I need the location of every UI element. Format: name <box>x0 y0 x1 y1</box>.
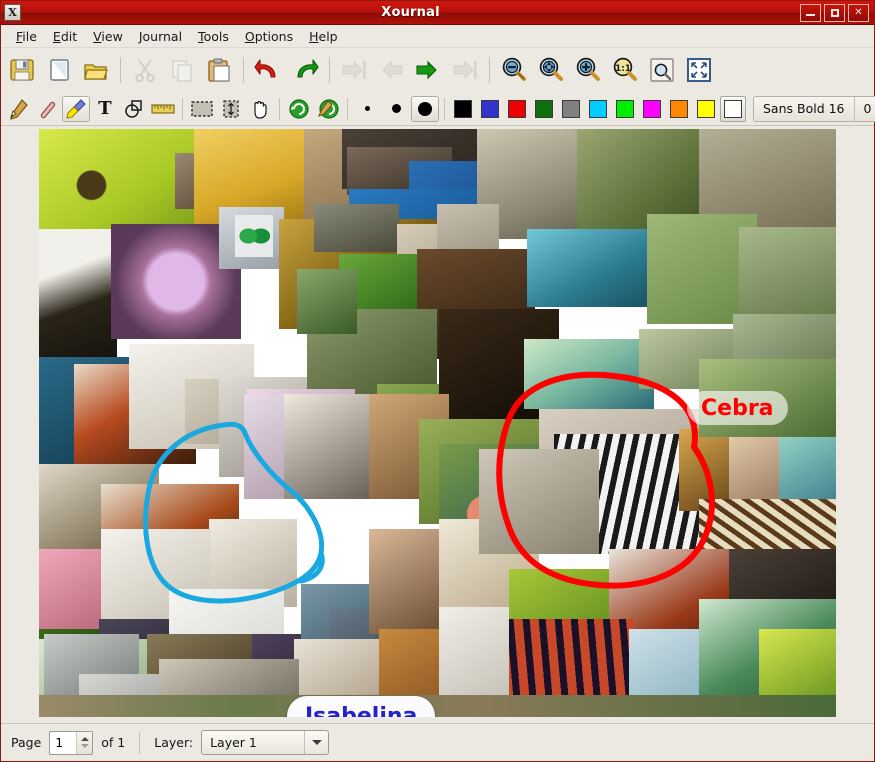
xournal-icon: X <box>4 4 21 21</box>
color-black[interactable] <box>450 96 476 122</box>
font-size-label[interactable]: 0 <box>855 97 875 121</box>
photo-tile <box>524 339 654 409</box>
previous-page-button[interactable] <box>373 52 409 88</box>
color-orange[interactable] <box>666 96 692 122</box>
page-count-label: of 1 <box>101 735 125 750</box>
main-toolbar: 1:1 <box>1 48 874 92</box>
shapes-tool[interactable] <box>120 96 148 122</box>
color-red[interactable] <box>504 96 530 122</box>
fullscreen-button[interactable] <box>681 52 717 88</box>
open-button[interactable] <box>78 52 114 88</box>
photo-tile <box>479 449 599 554</box>
toolbar-separator <box>489 57 490 83</box>
spinner-up-icon[interactable] <box>81 737 89 741</box>
toolbar-separator <box>444 98 445 120</box>
color-gray[interactable] <box>558 96 584 122</box>
page-spinner[interactable] <box>49 731 93 755</box>
window-title: Xournal <box>21 5 800 20</box>
status-bar: Page of 1 Layer: Layer 1 <box>1 723 874 761</box>
photo-tile <box>527 229 655 307</box>
vertical-space-tool[interactable] <box>217 96 245 122</box>
photo-tile <box>235 215 273 257</box>
eraser-tool[interactable] <box>33 96 61 122</box>
close-button[interactable]: ✕ <box>848 4 869 22</box>
annotation-label-isabelina[interactable]: Isabelina <box>287 696 435 717</box>
fit-width-button[interactable] <box>644 52 680 88</box>
page-number-input[interactable] <box>50 732 76 754</box>
annotation-label-cebra[interactable]: Cebra <box>687 391 788 425</box>
page-spinner-arrows[interactable] <box>76 732 92 754</box>
menu-file[interactable]: FFileile <box>9 27 44 46</box>
color-white[interactable] <box>720 96 746 122</box>
next-page-button[interactable] <box>410 52 446 88</box>
highlighter-tool[interactable] <box>62 96 90 122</box>
paste-button[interactable] <box>201 52 237 88</box>
default-pen-button[interactable] <box>285 96 313 122</box>
menu-help[interactable]: Help <box>302 27 345 46</box>
pen-size-fine[interactable] <box>353 96 381 122</box>
toolbar-separator <box>120 57 121 83</box>
first-page-button[interactable] <box>336 52 372 88</box>
photo-tile <box>39 229 117 369</box>
pen-tool[interactable] <box>4 96 32 122</box>
canvas-area[interactable]: Cebra Isabelina <box>1 126 874 723</box>
new-button[interactable] <box>41 52 77 88</box>
maximize-button[interactable] <box>824 4 845 22</box>
minimize-button[interactable] <box>800 4 821 22</box>
journal-page[interactable]: Cebra Isabelina <box>39 129 836 717</box>
layer-label: Layer: <box>154 735 193 750</box>
select-region-tool[interactable] <box>188 96 216 122</box>
color-magenta[interactable] <box>639 96 665 122</box>
layer-combobox-value: Layer 1 <box>210 735 257 750</box>
menu-view[interactable]: View <box>86 27 130 46</box>
photo-tile <box>39 695 836 717</box>
spinner-down-icon[interactable] <box>81 744 89 748</box>
color-cyan[interactable] <box>585 96 611 122</box>
hand-tool[interactable] <box>246 96 274 122</box>
page-label: Page <box>11 735 41 750</box>
copy-button[interactable] <box>164 52 200 88</box>
ruler-tool[interactable] <box>149 96 177 122</box>
color-darkgreen[interactable] <box>531 96 557 122</box>
text-tool[interactable]: T <box>91 96 119 122</box>
color-yellow[interactable] <box>693 96 719 122</box>
pen-size-medium[interactable] <box>382 96 410 122</box>
redo-button[interactable] <box>287 52 323 88</box>
color-green[interactable] <box>612 96 638 122</box>
layer-combobox[interactable]: Layer 1 <box>201 730 329 755</box>
photo-tile <box>297 269 357 334</box>
window-controls: ✕ <box>800 4 871 22</box>
toolbar-separator <box>347 98 348 120</box>
menu-edit[interactable]: Edit <box>46 27 84 46</box>
save-button[interactable] <box>4 52 40 88</box>
menu-options[interactable]: Options <box>238 27 300 46</box>
menu-tools[interactable]: Tools <box>191 27 236 46</box>
zoom-fit-button[interactable] <box>533 52 569 88</box>
toolbar-separator <box>182 98 183 120</box>
zoom-out-button[interactable] <box>496 52 532 88</box>
xournal-window: X Xournal ✕ FFileile Edit View Journal T… <box>0 0 875 762</box>
chevron-down-icon[interactable] <box>304 731 328 754</box>
photo-tile <box>314 204 399 252</box>
title-bar: X Xournal ✕ <box>1 1 874 25</box>
font-name-label[interactable]: Sans Bold 16 <box>754 97 854 121</box>
cut-button[interactable] <box>127 52 163 88</box>
pen-size-thick[interactable] <box>411 96 439 122</box>
default-tool-button[interactable] <box>314 96 342 122</box>
menu-journal[interactable]: Journal <box>132 27 189 46</box>
toolbar-separator <box>279 98 280 120</box>
toolbar-separator <box>329 57 330 83</box>
font-selector[interactable]: Sans Bold 16 0 <box>753 96 875 122</box>
last-page-button[interactable] <box>447 52 483 88</box>
undo-button[interactable] <box>250 52 286 88</box>
color-blue[interactable] <box>477 96 503 122</box>
zoom-one-to-one-button[interactable]: 1:1 <box>607 52 643 88</box>
status-separator <box>139 732 140 754</box>
toolbar-separator <box>243 57 244 83</box>
zoom-in-button[interactable] <box>570 52 606 88</box>
tools-toolbar: T <box>1 92 874 126</box>
menu-bar: FFileile Edit View Journal Tools Options… <box>1 25 874 48</box>
